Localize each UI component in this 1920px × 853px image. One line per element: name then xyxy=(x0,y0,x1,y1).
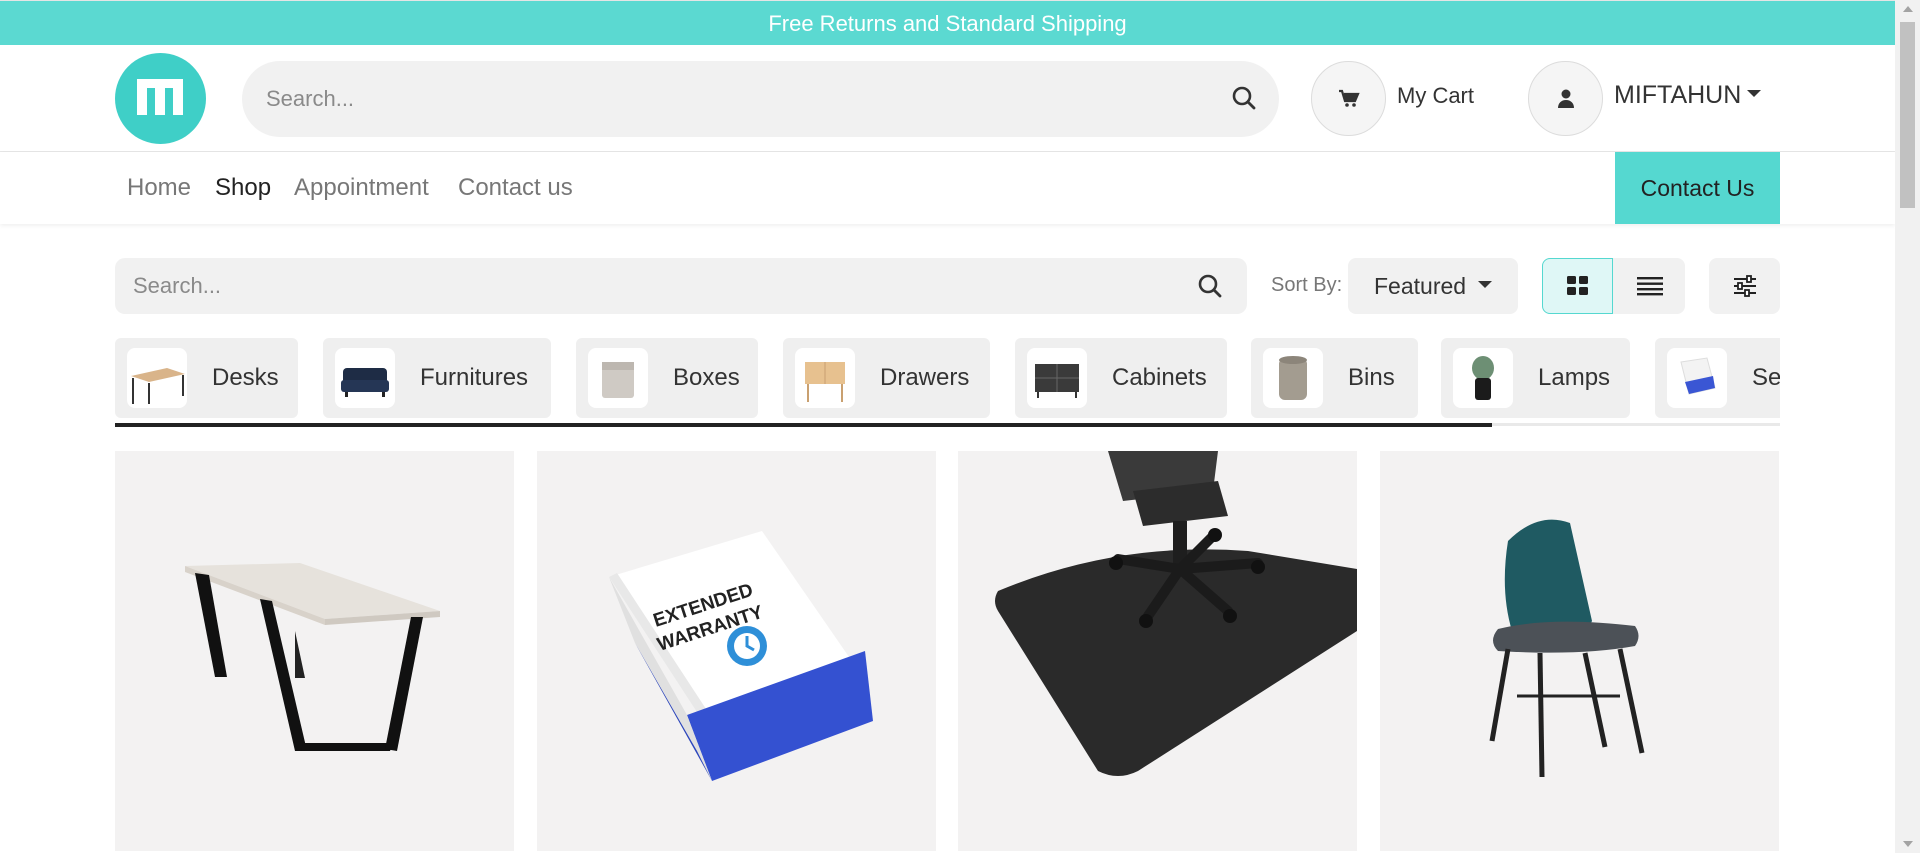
nav-item-contact[interactable]: Contact us xyxy=(458,174,573,202)
category-drawers[interactable]: Drawers xyxy=(783,338,990,418)
announcement-bar: Free Returns and Standard Shipping xyxy=(0,0,1895,45)
scrollbar-thumb[interactable] xyxy=(1900,22,1915,208)
category-label: Ser xyxy=(1752,364,1780,391)
category-label: Boxes xyxy=(673,364,740,391)
logo-shape xyxy=(173,79,183,115)
category-label: Lamps xyxy=(1538,364,1611,391)
filter-button[interactable] xyxy=(1709,258,1780,314)
page-scrollbar[interactable] xyxy=(1895,0,1920,853)
announcement-text: Free Returns and Standard Shipping xyxy=(768,11,1127,36)
category-label: Desks xyxy=(212,364,279,391)
drawer-thumbnail xyxy=(795,348,855,408)
category-carousel: Desks Furnitures Boxes Drawers Cabinets … xyxy=(115,338,1780,419)
view-toggle xyxy=(1542,258,1685,314)
chevron-down-icon xyxy=(1478,281,1493,289)
teal-chair-image xyxy=(1380,451,1779,851)
contact-us-button[interactable]: Contact Us xyxy=(1615,152,1780,224)
user-menu-toggle[interactable]: MIFTAHUN xyxy=(1614,81,1762,110)
lamp-thumbnail xyxy=(1453,348,1513,408)
desk-image xyxy=(115,451,514,851)
logo-shape xyxy=(155,79,165,115)
cart-label[interactable]: My Cart xyxy=(1397,83,1474,109)
search-icon[interactable] xyxy=(1197,273,1223,304)
user-name: MIFTAHUN xyxy=(1614,81,1742,109)
main-nav: Home Shop Appointment Contact us Contact… xyxy=(0,152,1895,224)
search-icon[interactable] xyxy=(1231,85,1257,116)
sofa-thumbnail xyxy=(335,348,395,408)
sort-value: Featured xyxy=(1374,273,1467,299)
category-furnitures[interactable]: Furnitures xyxy=(323,338,551,418)
nav-item-appointment[interactable]: Appointment xyxy=(294,174,429,202)
sort-label: Sort By: xyxy=(1271,274,1343,296)
chair-mat-image xyxy=(958,451,1357,851)
logo-shape xyxy=(137,79,147,115)
desk-thumbnail xyxy=(127,348,187,408)
category-bins[interactable]: Bins xyxy=(1251,338,1418,418)
header-search-input[interactable] xyxy=(242,61,1279,137)
warranty-box-image: EXTENDED WARRANTY xyxy=(537,451,936,851)
user-avatar-button[interactable] xyxy=(1528,61,1603,136)
cart-button[interactable] xyxy=(1311,61,1386,136)
category-scroll-thumb[interactable] xyxy=(115,423,1492,427)
product-card[interactable] xyxy=(115,451,514,851)
header-search xyxy=(242,61,1279,137)
shop-search-input[interactable] xyxy=(115,258,1247,314)
shop-search xyxy=(115,258,1247,314)
grid-view-button[interactable] xyxy=(1542,258,1613,314)
nav-item-home[interactable]: Home xyxy=(127,174,191,202)
list-view-button[interactable] xyxy=(1614,258,1685,314)
nav-item-shop[interactable]: Shop xyxy=(215,174,271,202)
product-card[interactable] xyxy=(1380,451,1779,851)
chevron-down-icon xyxy=(1747,89,1762,97)
category-lamps[interactable]: Lamps xyxy=(1441,338,1630,418)
product-card[interactable]: EXTENDED WARRANTY xyxy=(537,451,936,851)
category-boxes[interactable]: Boxes xyxy=(576,338,758,418)
bin-thumbnail xyxy=(1263,348,1323,408)
category-desks[interactable]: Desks xyxy=(115,338,298,418)
cabinet-thumbnail xyxy=(1027,348,1087,408)
category-label: Bins xyxy=(1348,364,1395,391)
category-label: Cabinets xyxy=(1112,364,1207,391)
service-box-thumbnail xyxy=(1667,348,1727,408)
category-label: Drawers xyxy=(880,364,970,391)
brand-logo[interactable] xyxy=(115,53,206,144)
category-cabinets[interactable]: Cabinets xyxy=(1015,338,1227,418)
product-card[interactable] xyxy=(958,451,1357,851)
site-header: My Cart MIFTAHUN xyxy=(0,45,1895,152)
category-services[interactable]: Ser xyxy=(1655,338,1780,418)
scroll-up-icon[interactable] xyxy=(1903,6,1913,12)
category-label: Furnitures xyxy=(420,364,529,391)
box-thumbnail xyxy=(588,348,648,408)
scroll-down-icon[interactable] xyxy=(1903,841,1913,847)
sort-dropdown[interactable]: Featured xyxy=(1348,258,1518,314)
